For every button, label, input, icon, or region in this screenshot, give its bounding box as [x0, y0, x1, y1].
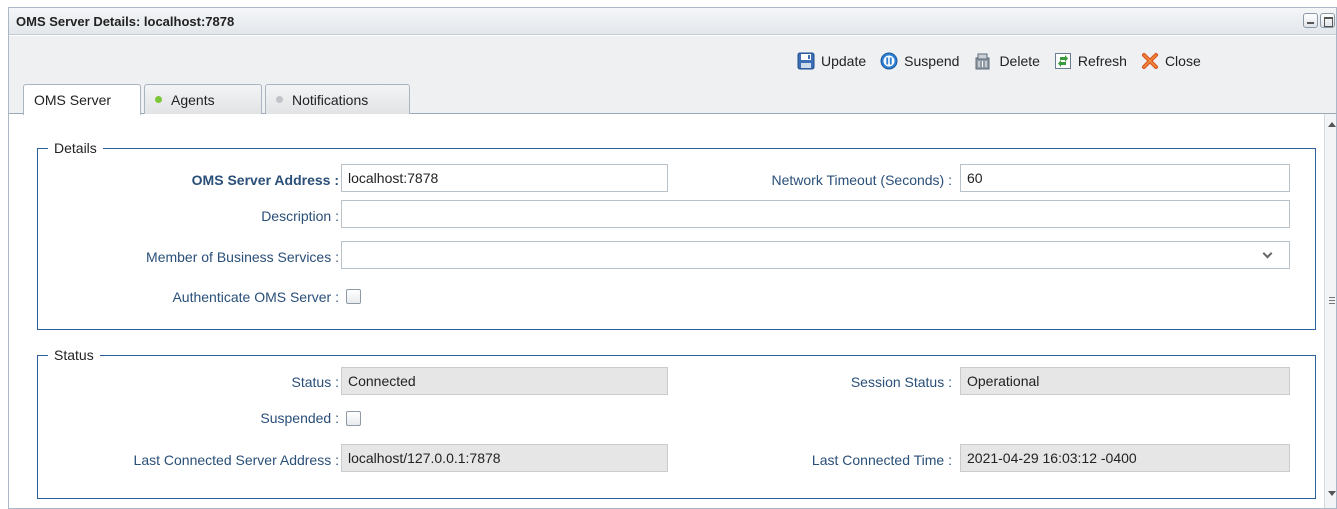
close-icon: [1141, 53, 1158, 69]
scroll-grip-icon[interactable]: [1329, 297, 1335, 304]
status-legend: Status: [48, 347, 100, 363]
details-legend: Details: [48, 140, 103, 156]
suspended-checkbox[interactable]: [346, 411, 361, 426]
suspended-label: Suspended :: [260, 410, 339, 426]
session-status-label: Session Status :: [850, 374, 952, 390]
update-button-label: Update: [821, 53, 867, 69]
description-label: Description :: [261, 208, 339, 224]
last-connected-time-field: 2021-04-29 16:03:12 -0400: [960, 444, 1290, 472]
minimize-icon[interactable]: [1303, 13, 1318, 28]
window-title: OMS Server Details: localhost:7878: [16, 14, 235, 29]
oms-server-address-input[interactable]: localhost:7878: [341, 164, 668, 192]
delete-button[interactable]: Delete: [973, 52, 1040, 70]
authenticate-oms-server-label: Authenticate OMS Server :: [172, 289, 339, 305]
toolbar: Update Suspend Delete Refresh Close: [9, 36, 1336, 80]
member-business-services-label: Member of Business Services :: [146, 249, 339, 265]
suspend-icon: [880, 52, 898, 70]
tab-oms-server-label: OMS Server: [34, 92, 112, 108]
description-input[interactable]: [341, 200, 1290, 228]
agents-status-dot-icon: [155, 96, 162, 103]
tab-bar: OMS Server Agents Notifications: [9, 80, 1336, 115]
close-button-label: Close: [1164, 53, 1201, 69]
scroll-down-icon[interactable]: [1328, 491, 1336, 496]
tab-agents[interactable]: Agents: [144, 84, 262, 114]
delete-button-label: Delete: [999, 53, 1040, 69]
tab-agents-label: Agents: [171, 91, 215, 108]
vertical-scrollbar[interactable]: [1324, 114, 1336, 508]
network-timeout-label: Network Timeout (Seconds) :: [771, 172, 952, 188]
refresh-icon: [1054, 53, 1071, 69]
session-status-value-field: Operational: [960, 367, 1290, 395]
refresh-button[interactable]: Refresh: [1054, 52, 1127, 70]
status-value-field: Connected: [341, 367, 668, 395]
oms-server-details-window: OMS Server Details: localhost:7878 Updat…: [8, 7, 1337, 509]
suspend-button-label: Suspend: [904, 53, 960, 69]
member-business-services-select[interactable]: [341, 241, 1290, 269]
last-connected-time-label: Last Connected Time :: [811, 452, 952, 468]
status-label: Status :: [291, 374, 339, 390]
notifications-status-dot-icon: [276, 96, 283, 103]
tab-oms-server[interactable]: OMS Server: [23, 84, 141, 115]
window-titlebar: OMS Server Details: localhost:7878: [9, 8, 1336, 35]
scroll-up-icon[interactable]: [1328, 122, 1336, 127]
update-button[interactable]: Update: [797, 52, 866, 70]
refresh-button-label: Refresh: [1077, 53, 1127, 69]
suspend-button[interactable]: Suspend: [880, 52, 959, 70]
oms-server-address-label: OMS Server Address :: [191, 172, 339, 188]
save-icon: [797, 52, 815, 70]
delete-icon: [975, 53, 990, 70]
maximize-icon[interactable]: [1320, 13, 1335, 28]
last-connected-server-address-field: localhost/127.0.0.1:7878: [341, 444, 668, 472]
last-connected-server-address-label: Last Connected Server Address :: [133, 452, 339, 468]
close-button[interactable]: Close: [1141, 52, 1201, 70]
tab-notifications[interactable]: Notifications: [265, 84, 410, 114]
network-timeout-input[interactable]: 60: [960, 164, 1290, 192]
authenticate-oms-server-checkbox[interactable]: [346, 289, 361, 304]
tab-notifications-label: Notifications: [292, 91, 369, 108]
